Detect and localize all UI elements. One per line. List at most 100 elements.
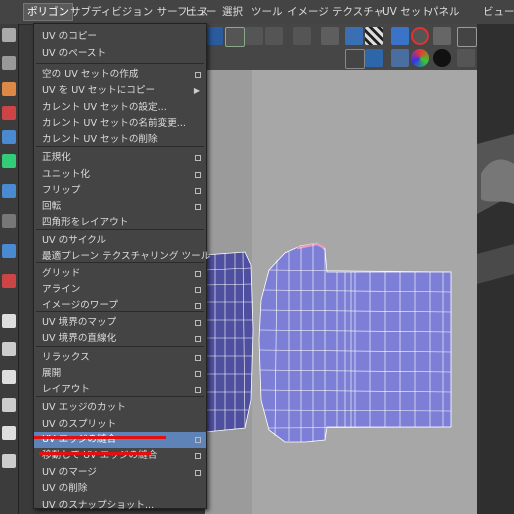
texture-icon[interactable]	[365, 49, 383, 67]
menu-item[interactable]: UV 境界のマップ	[34, 315, 206, 331]
rotate-icon[interactable]	[2, 130, 16, 144]
select-arrow-icon[interactable]	[2, 28, 16, 42]
menu-view-2[interactable]: ビュー	[483, 4, 514, 20]
uv-snap-icon[interactable]	[205, 27, 223, 45]
layout-outliner-icon[interactable]	[2, 398, 16, 412]
grid-icon[interactable]	[391, 27, 409, 45]
option-box-icon[interactable]	[195, 387, 201, 393]
option-box-icon[interactable]	[195, 320, 201, 326]
option-box-icon[interactable]	[195, 172, 201, 178]
layout-single-icon[interactable]	[2, 314, 16, 328]
shade-icon[interactable]	[345, 49, 365, 69]
uv-texture-editor[interactable]	[205, 70, 477, 514]
menu-item[interactable]: リラックス	[34, 350, 206, 366]
manipulator-icon[interactable]	[2, 214, 16, 228]
move-uv-icon[interactable]	[245, 27, 263, 45]
soft-mod-icon[interactable]	[2, 244, 16, 258]
menu-item-label: UV を UV セットにコピー	[42, 85, 156, 96]
flip-uv-icon[interactable]	[293, 27, 311, 45]
menu-image[interactable]: イメージ	[287, 4, 329, 20]
option-box-icon[interactable]	[195, 155, 201, 161]
menu-item-label: UV のコピー	[42, 31, 98, 42]
menu-item[interactable]: カレント UV セットの設定...	[34, 100, 206, 116]
menu-item-label: カレント UV セットの名前変更...	[42, 118, 186, 129]
option-box-icon[interactable]	[195, 204, 201, 210]
menu-item-label: グリッド	[42, 268, 81, 279]
menu-item[interactable]: UV のサイクル	[34, 233, 206, 249]
layout-uv-icon[interactable]	[2, 454, 16, 468]
menu-uvset[interactable]: UV セット	[382, 4, 432, 20]
menu-item[interactable]: イメージのワープ	[34, 298, 206, 314]
layout-graph-icon[interactable]	[2, 426, 16, 440]
menu-item[interactable]: カレント UV セットの削除	[34, 132, 206, 148]
paint-icon[interactable]	[2, 82, 16, 96]
black-circle-icon[interactable]	[433, 49, 451, 67]
option-box-icon[interactable]	[195, 336, 201, 342]
menu-item[interactable]: UV のスナップショット...	[34, 498, 206, 514]
menu-item[interactable]: 正規化	[34, 150, 206, 166]
menu-item[interactable]: 回転	[34, 199, 206, 215]
magnet-icon[interactable]	[411, 27, 429, 45]
menu-item[interactable]: アライン	[34, 282, 206, 298]
option-box-icon[interactable]	[195, 72, 201, 78]
scale-icon[interactable]	[2, 154, 16, 168]
layout-two-icon[interactable]	[2, 370, 16, 384]
menu-item[interactable]: UV のコピー	[34, 29, 206, 45]
menu-item-label: UV のスプリット	[42, 419, 117, 430]
menu-texture[interactable]: テクスチャ	[332, 4, 384, 20]
polygon-uv-menu: UV のコピー UV のペースト 空の UV セットの作成 UV を UV セットにコ…	[33, 23, 210, 511]
menu-panel[interactable]: パネル	[428, 4, 460, 20]
perspective-render	[477, 24, 514, 514]
option-box-icon[interactable]	[195, 271, 201, 277]
menu-tools[interactable]: ツール	[251, 4, 283, 20]
menu-polygon[interactable]: ポリゴン	[23, 3, 73, 21]
perspective-view[interactable]	[477, 24, 514, 514]
color-wheel-icon[interactable]	[411, 49, 429, 67]
image-icon[interactable]	[345, 27, 363, 45]
layout-four-icon[interactable]	[2, 342, 16, 356]
menu-item[interactable]: レイアウト	[34, 382, 206, 398]
option-box-icon[interactable]	[195, 355, 201, 361]
menu-item[interactable]: ユニット化	[34, 167, 206, 183]
menu-item[interactable]: UV を UV セットにコピー ▶	[34, 83, 206, 99]
last-tool-icon[interactable]	[2, 274, 16, 288]
option-box-icon[interactable]	[195, 453, 201, 459]
checker-icon[interactable]	[365, 27, 383, 45]
align-uv-icon[interactable]	[265, 27, 283, 45]
option-box-icon[interactable]	[195, 188, 201, 194]
menu-item[interactable]: 移動して UV エッジの縫合	[34, 448, 206, 464]
frame-icon[interactable]	[433, 27, 451, 45]
menu-item-label: 回転	[42, 201, 62, 212]
menu-item[interactable]: UV 境界の直線化	[34, 331, 206, 347]
layout-uv-icon[interactable]	[321, 27, 339, 45]
option-box-icon[interactable]	[195, 470, 201, 476]
menu-item[interactable]: UV のマージ	[34, 465, 206, 481]
copy-icon[interactable]	[391, 49, 409, 67]
menu-item[interactable]: フリップ	[34, 183, 206, 199]
grid-dots-icon[interactable]	[225, 27, 245, 47]
isolate-icon[interactable]	[457, 27, 477, 47]
menu-item[interactable]: UV エッジの縫合	[34, 432, 206, 448]
menu-item[interactable]: UV のスプリット	[34, 417, 206, 433]
uv-tool-icon[interactable]	[2, 184, 16, 198]
menu-item[interactable]: 空の UV セットの作成	[34, 67, 206, 83]
menu-item[interactable]: グリッド	[34, 266, 206, 282]
menu-item[interactable]: カレント UV セットの名前変更...	[34, 116, 206, 132]
menu-item[interactable]: 最適プレーン テクスチャリング ツール	[34, 249, 210, 265]
menu-item-label: UV のサイクル	[42, 235, 107, 246]
menu-item[interactable]: UV の削除	[34, 481, 206, 497]
option-box-icon[interactable]	[195, 287, 201, 293]
menu-item-label: 最適プレーン テクスチャリング ツール	[42, 251, 211, 262]
option-box-icon[interactable]	[195, 303, 201, 309]
lasso-icon[interactable]	[2, 56, 16, 70]
menu-item[interactable]: 展開	[34, 366, 206, 382]
menu-item[interactable]: UV のペースト	[34, 46, 206, 62]
menu-select[interactable]: 選択	[222, 4, 243, 20]
menu-view[interactable]: ビュー	[185, 4, 217, 20]
move-icon[interactable]	[2, 106, 16, 120]
menu-item[interactable]: UV エッジのカット	[34, 400, 206, 416]
menu-item[interactable]: 四角形をレイアウト	[34, 215, 206, 231]
option-box-icon[interactable]	[195, 371, 201, 377]
option-box-icon[interactable]	[195, 437, 201, 443]
arrows-icon[interactable]	[457, 49, 475, 67]
